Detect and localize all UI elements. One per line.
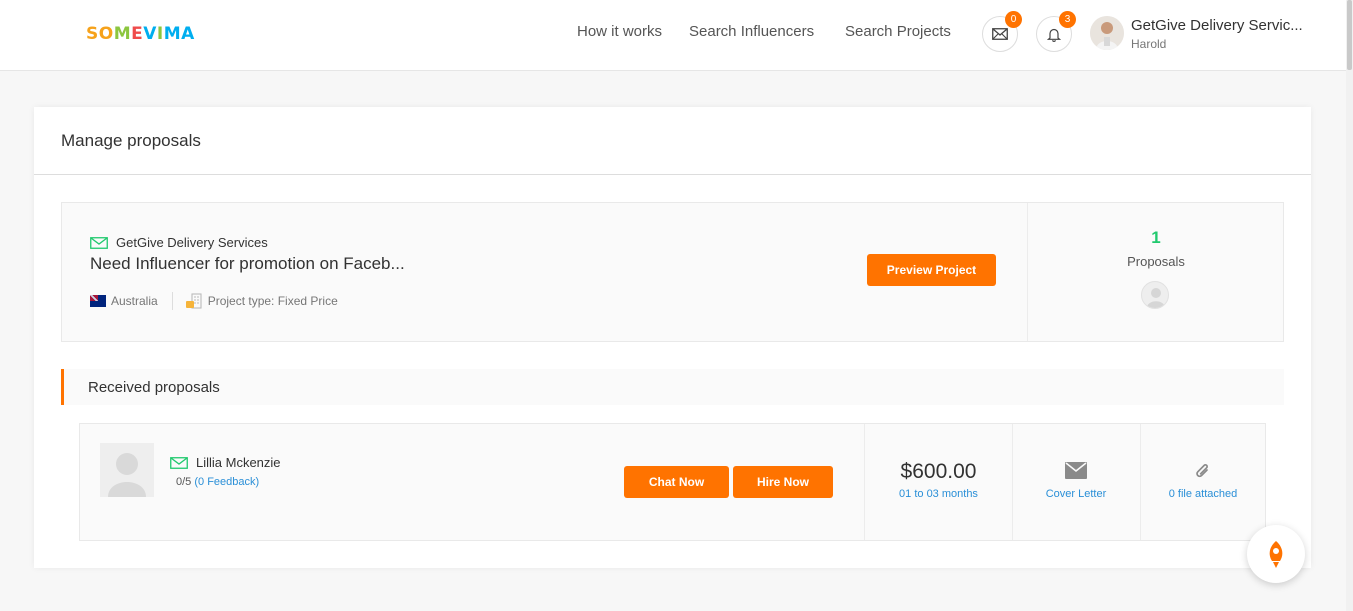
- logo-letter: M: [163, 24, 182, 44]
- notifications-count-badge: 3: [1059, 11, 1076, 28]
- received-proposals-header: Received proposals: [61, 369, 1284, 405]
- proposal-price: $600.00: [900, 460, 977, 483]
- rating-value: 0/5: [176, 476, 192, 488]
- logo-letter: I: [156, 24, 164, 44]
- nav-search-projects[interactable]: Search Projects: [845, 23, 951, 40]
- attachments-cell[interactable]: 0 file attached: [1140, 424, 1265, 540]
- cover-letter-cell[interactable]: Cover Letter: [1012, 424, 1139, 540]
- influencer-name-row: Lillia Mckenzie: [170, 455, 281, 470]
- influencer-avatar[interactable]: [100, 443, 154, 497]
- preview-project-button[interactable]: Preview Project: [867, 254, 996, 286]
- notifications-button[interactable]: 3: [1036, 11, 1076, 52]
- nav-search-influencers[interactable]: Search Influencers: [689, 23, 814, 40]
- nav-how-it-works[interactable]: How it works: [577, 23, 662, 40]
- proposer-avatar[interactable]: [1141, 281, 1169, 309]
- user-subtitle: Harold: [1131, 37, 1167, 51]
- project-meta: Australia Project type: Fixed Price: [90, 292, 338, 310]
- scrollbar-thumb[interactable]: [1347, 0, 1352, 70]
- project-country: Australia: [111, 294, 158, 308]
- logo-letter: A: [181, 24, 195, 44]
- user-avatar[interactable]: [1090, 16, 1124, 50]
- logo-letter: O: [98, 24, 114, 44]
- bell-icon: [1047, 28, 1061, 42]
- hire-now-button[interactable]: Hire Now: [733, 466, 833, 498]
- logo-letter: S: [86, 24, 99, 44]
- user-name[interactable]: GetGive Delivery Servic...: [1131, 17, 1303, 34]
- price-cell: $600.00 01 to 03 months: [864, 424, 1011, 540]
- company-row: GetGive Delivery Services: [90, 235, 268, 250]
- proposals-label: Proposals: [1127, 254, 1185, 269]
- feedback-link[interactable]: (0 Feedback): [194, 476, 259, 488]
- cover-letter-link[interactable]: Cover Letter: [1013, 488, 1139, 500]
- messages-count-badge: 0: [1005, 11, 1022, 28]
- somevima-logo[interactable]: SOMEVIMA: [86, 24, 195, 44]
- mail-icon: [992, 28, 1008, 40]
- logo-letter: M: [113, 24, 132, 44]
- project-title[interactable]: Need Influencer for promotion on Faceb..…: [90, 254, 405, 274]
- envelope-verified-icon: [170, 456, 188, 469]
- top-header: SOMEVIMA How it works Search Influencers…: [0, 0, 1353, 71]
- scrollbar-track[interactable]: [1346, 0, 1353, 611]
- chat-now-button[interactable]: Chat Now: [624, 466, 729, 498]
- project-info: GetGive Delivery Services Need Influence…: [62, 203, 1023, 341]
- paperclip-icon: [1196, 464, 1208, 478]
- project-summary: GetGive Delivery Services Need Influence…: [61, 202, 1284, 342]
- project-type: Project type: Fixed Price: [207, 294, 338, 308]
- envelope-icon: [1065, 462, 1087, 479]
- logo-letter: E: [131, 24, 144, 44]
- proposals-count: 1: [1151, 228, 1161, 247]
- flag-australia-icon: [90, 295, 106, 307]
- company-name: GetGive Delivery Services: [116, 235, 268, 250]
- received-proposals-title: Received proposals: [88, 379, 220, 396]
- influencer-name[interactable]: Lillia Mckenzie: [196, 455, 281, 470]
- logo-letter: V: [143, 24, 157, 44]
- page-title: Manage proposals: [61, 131, 201, 150]
- attachments-link[interactable]: 0 file attached: [1141, 488, 1265, 500]
- proposal-duration: 01 to 03 months: [899, 488, 978, 500]
- floating-action-button[interactable]: [1247, 525, 1305, 583]
- proposals-summary: 1 Proposals: [1027, 203, 1283, 341]
- messages-button[interactable]: 0: [982, 11, 1022, 52]
- influencer-rating: 0/5 (0 Feedback): [176, 476, 259, 488]
- meta-separator: [171, 292, 173, 310]
- manage-proposals-card: Manage proposals GetGive Delivery Servic…: [34, 107, 1311, 568]
- envelope-verified-icon: [90, 236, 108, 249]
- divider: [34, 174, 1311, 175]
- project-type-icon: [185, 293, 202, 309]
- rocket-icon: [1269, 541, 1283, 568]
- proposal-row: Lillia Mckenzie 0/5 (0 Feedback) Chat No…: [79, 423, 1266, 541]
